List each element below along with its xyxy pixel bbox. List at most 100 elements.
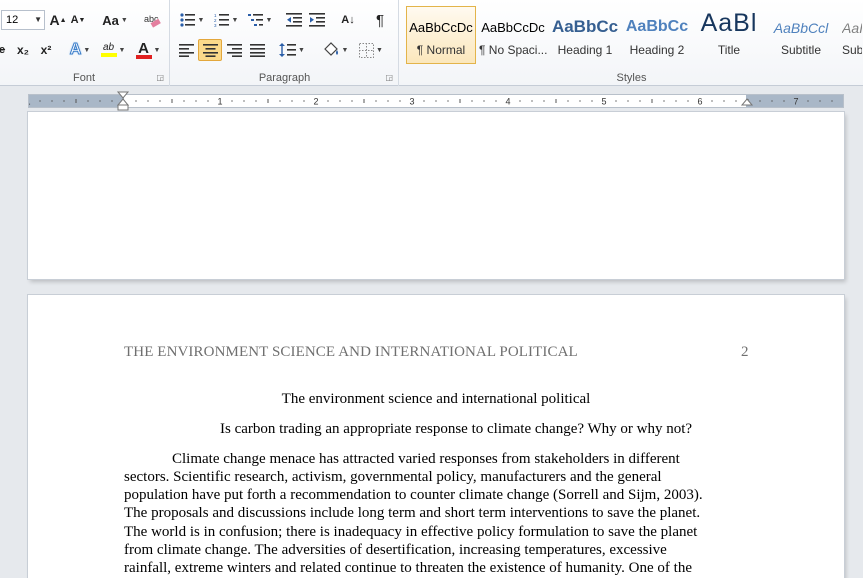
page-2[interactable]: THE ENVIRONMENT SCIENCE AND INTERNATIONA… <box>28 295 844 578</box>
style-name: Heading 1 <box>557 43 613 57</box>
numbering-icon: 1 2 3 <box>214 13 229 27</box>
style-name: Heading 2 <box>629 43 685 57</box>
align-left-button[interactable] <box>175 39 197 61</box>
paragraph-group: ▼ 1 2 3 ▼ ▼ A↓ ¶ ▼ ▼ ▼ Paragraph ◲ <box>171 0 399 86</box>
subscript-button[interactable]: x₂ <box>13 39 33 61</box>
page-number: 2 <box>741 344 749 360</box>
strikethrough-button[interactable]: e <box>0 39 9 61</box>
borders-icon <box>359 42 375 58</box>
highlight-button[interactable]: ab ▼ <box>98 39 128 61</box>
align-right-icon <box>226 43 242 57</box>
font-group-label: Font <box>72 72 95 84</box>
ruler-track[interactable]: 1 1 2 3 4 5 6 7 <box>28 94 844 108</box>
align-left-icon <box>178 43 194 57</box>
dialog-launcher-icon[interactable]: ◲ <box>156 73 164 82</box>
ruler-number: 1 <box>29 97 31 107</box>
paragraph-line: rainfall, extreme winters and related co… <box>124 560 692 576</box>
style-sample: AaBl <box>700 9 758 37</box>
borders-button[interactable]: ▼ <box>355 39 387 61</box>
line-spacing-icon <box>279 43 297 57</box>
shrink-font-icon: A <box>70 14 79 26</box>
multilevel-list-button[interactable]: ▼ <box>245 9 275 31</box>
justify-button[interactable] <box>246 39 268 61</box>
running-head: THE ENVIRONMENT SCIENCE AND INTERNATIONA… <box>124 344 578 360</box>
change-case-button[interactable]: Aa ▼ <box>101 9 129 31</box>
justify-icon <box>249 43 265 57</box>
ruler-number: 2 <box>313 97 318 107</box>
align-right-button[interactable] <box>223 39 245 61</box>
highlight-icon: ab <box>100 43 117 57</box>
style-normal[interactable]: AaBbCcDc ¶ Normal <box>406 6 476 64</box>
shading-button[interactable]: ▼ <box>319 39 351 61</box>
change-case-icon: Aa <box>102 12 119 28</box>
style-sample: AaBbCc <box>551 17 619 36</box>
bullets-icon <box>179 13 195 27</box>
line-spacing-button[interactable]: ▼ <box>277 39 307 61</box>
pilcrow-icon: ¶ <box>375 11 385 29</box>
style-sample: AaBbCcl <box>773 20 829 36</box>
style-subtle-emphasis[interactable]: AaI Sub <box>838 6 863 64</box>
superscript-button[interactable]: x² <box>36 39 56 61</box>
superscript-icon: x² <box>40 43 52 57</box>
paint-bucket-icon <box>323 42 338 56</box>
font-color-button[interactable]: A ▼ <box>133 39 163 61</box>
right-indent-marker-icon[interactable] <box>741 86 753 112</box>
style-sample: AaBbCcDc <box>409 20 473 35</box>
font-group: 12 ▼ A ▲ A ▼ Aa ▼ abc e x₂ x² A ▼ ab ▼ A… <box>0 0 170 86</box>
strikethrough-icon: e <box>0 44 6 56</box>
align-center-button[interactable] <box>198 39 222 61</box>
styles-group-label: Styles <box>616 72 647 84</box>
multilevel-list-icon <box>247 14 263 26</box>
document-question: Is carbon trading an appropriate respons… <box>220 421 693 437</box>
paragraph-line: Climate change menace has attracted vari… <box>172 451 680 467</box>
dialog-launcher-icon[interactable]: ◲ <box>385 73 393 82</box>
ruler-number: 5 <box>601 97 606 107</box>
style-sample: AaBbCcDc <box>481 20 545 35</box>
decrease-indent-button[interactable] <box>283 9 305 31</box>
paragraph-line: from climate change. The adversities of … <box>124 542 667 558</box>
bullets-button[interactable]: ▼ <box>177 9 207 31</box>
text-effects-button[interactable]: A ▼ <box>67 39 93 61</box>
styles-group: AaBbCcDc ¶ Normal AaBbCcDc ¶ No Spaci...… <box>400 0 863 86</box>
paragraph-line: population have put forth a recommendati… <box>124 487 703 503</box>
style-name: ¶ No Spaci... <box>479 43 547 57</box>
style-subtitle[interactable]: AaBbCcl Subtitle <box>766 6 836 64</box>
style-name: Subtitle <box>780 43 822 57</box>
ruler-number: 7 <box>793 97 798 107</box>
style-sample: AaBbCc <box>625 18 689 35</box>
style-no-spacing[interactable]: AaBbCcDc ¶ No Spaci... <box>478 6 548 64</box>
align-center-icon <box>202 43 218 57</box>
font-size-box[interactable]: 12 ▼ <box>1 10 45 30</box>
paragraph-line: The world is in confusion; there is inad… <box>124 524 698 540</box>
style-name: Sub <box>842 43 862 57</box>
grow-font-button[interactable]: A ▲ <box>49 9 67 31</box>
style-title[interactable]: AaBl Title <box>694 6 764 64</box>
decrease-indent-icon <box>286 13 302 27</box>
ruler-number: 6 <box>697 97 702 107</box>
ruler-ticks: 1 1 2 3 4 5 6 7 <box>29 97 833 107</box>
chevron-down-icon[interactable]: ▼ <box>34 11 42 29</box>
font-color-icon: A <box>135 41 152 59</box>
increase-indent-button[interactable] <box>306 9 328 31</box>
ruler-number: 3 <box>409 97 414 107</box>
style-heading-1[interactable]: AaBbCc Heading 1 <box>550 6 620 64</box>
ruler-number: 4 <box>505 97 510 107</box>
ribbon: 12 ▼ A ▲ A ▼ Aa ▼ abc e x₂ x² A ▼ ab ▼ A… <box>0 0 863 86</box>
style-sample: AaI <box>842 20 862 36</box>
paragraph-group-label: Paragraph <box>258 72 311 84</box>
clear-formatting-button[interactable]: abc <box>141 9 163 31</box>
document-title: The environment science and internationa… <box>281 391 591 407</box>
horizontal-ruler[interactable]: 1 1 2 3 4 5 6 7 <box>0 86 863 112</box>
increase-indent-icon <box>309 13 325 27</box>
shrink-font-button[interactable]: A ▼ <box>70 9 86 31</box>
numbering-button[interactable]: 1 2 3 ▼ <box>211 9 241 31</box>
show-formatting-marks-button[interactable]: ¶ <box>369 9 391 31</box>
grow-font-icon: A <box>49 12 60 28</box>
indent-marker-icon[interactable] <box>117 86 129 112</box>
page-1[interactable] <box>28 112 844 279</box>
sort-icon: A↓ <box>341 14 355 26</box>
ruler-number: 1 <box>217 97 222 107</box>
svg-text:3: 3 <box>214 23 217 27</box>
sort-button[interactable]: A↓ <box>337 9 359 31</box>
style-heading-2[interactable]: AaBbCc Heading 2 <box>622 6 692 64</box>
